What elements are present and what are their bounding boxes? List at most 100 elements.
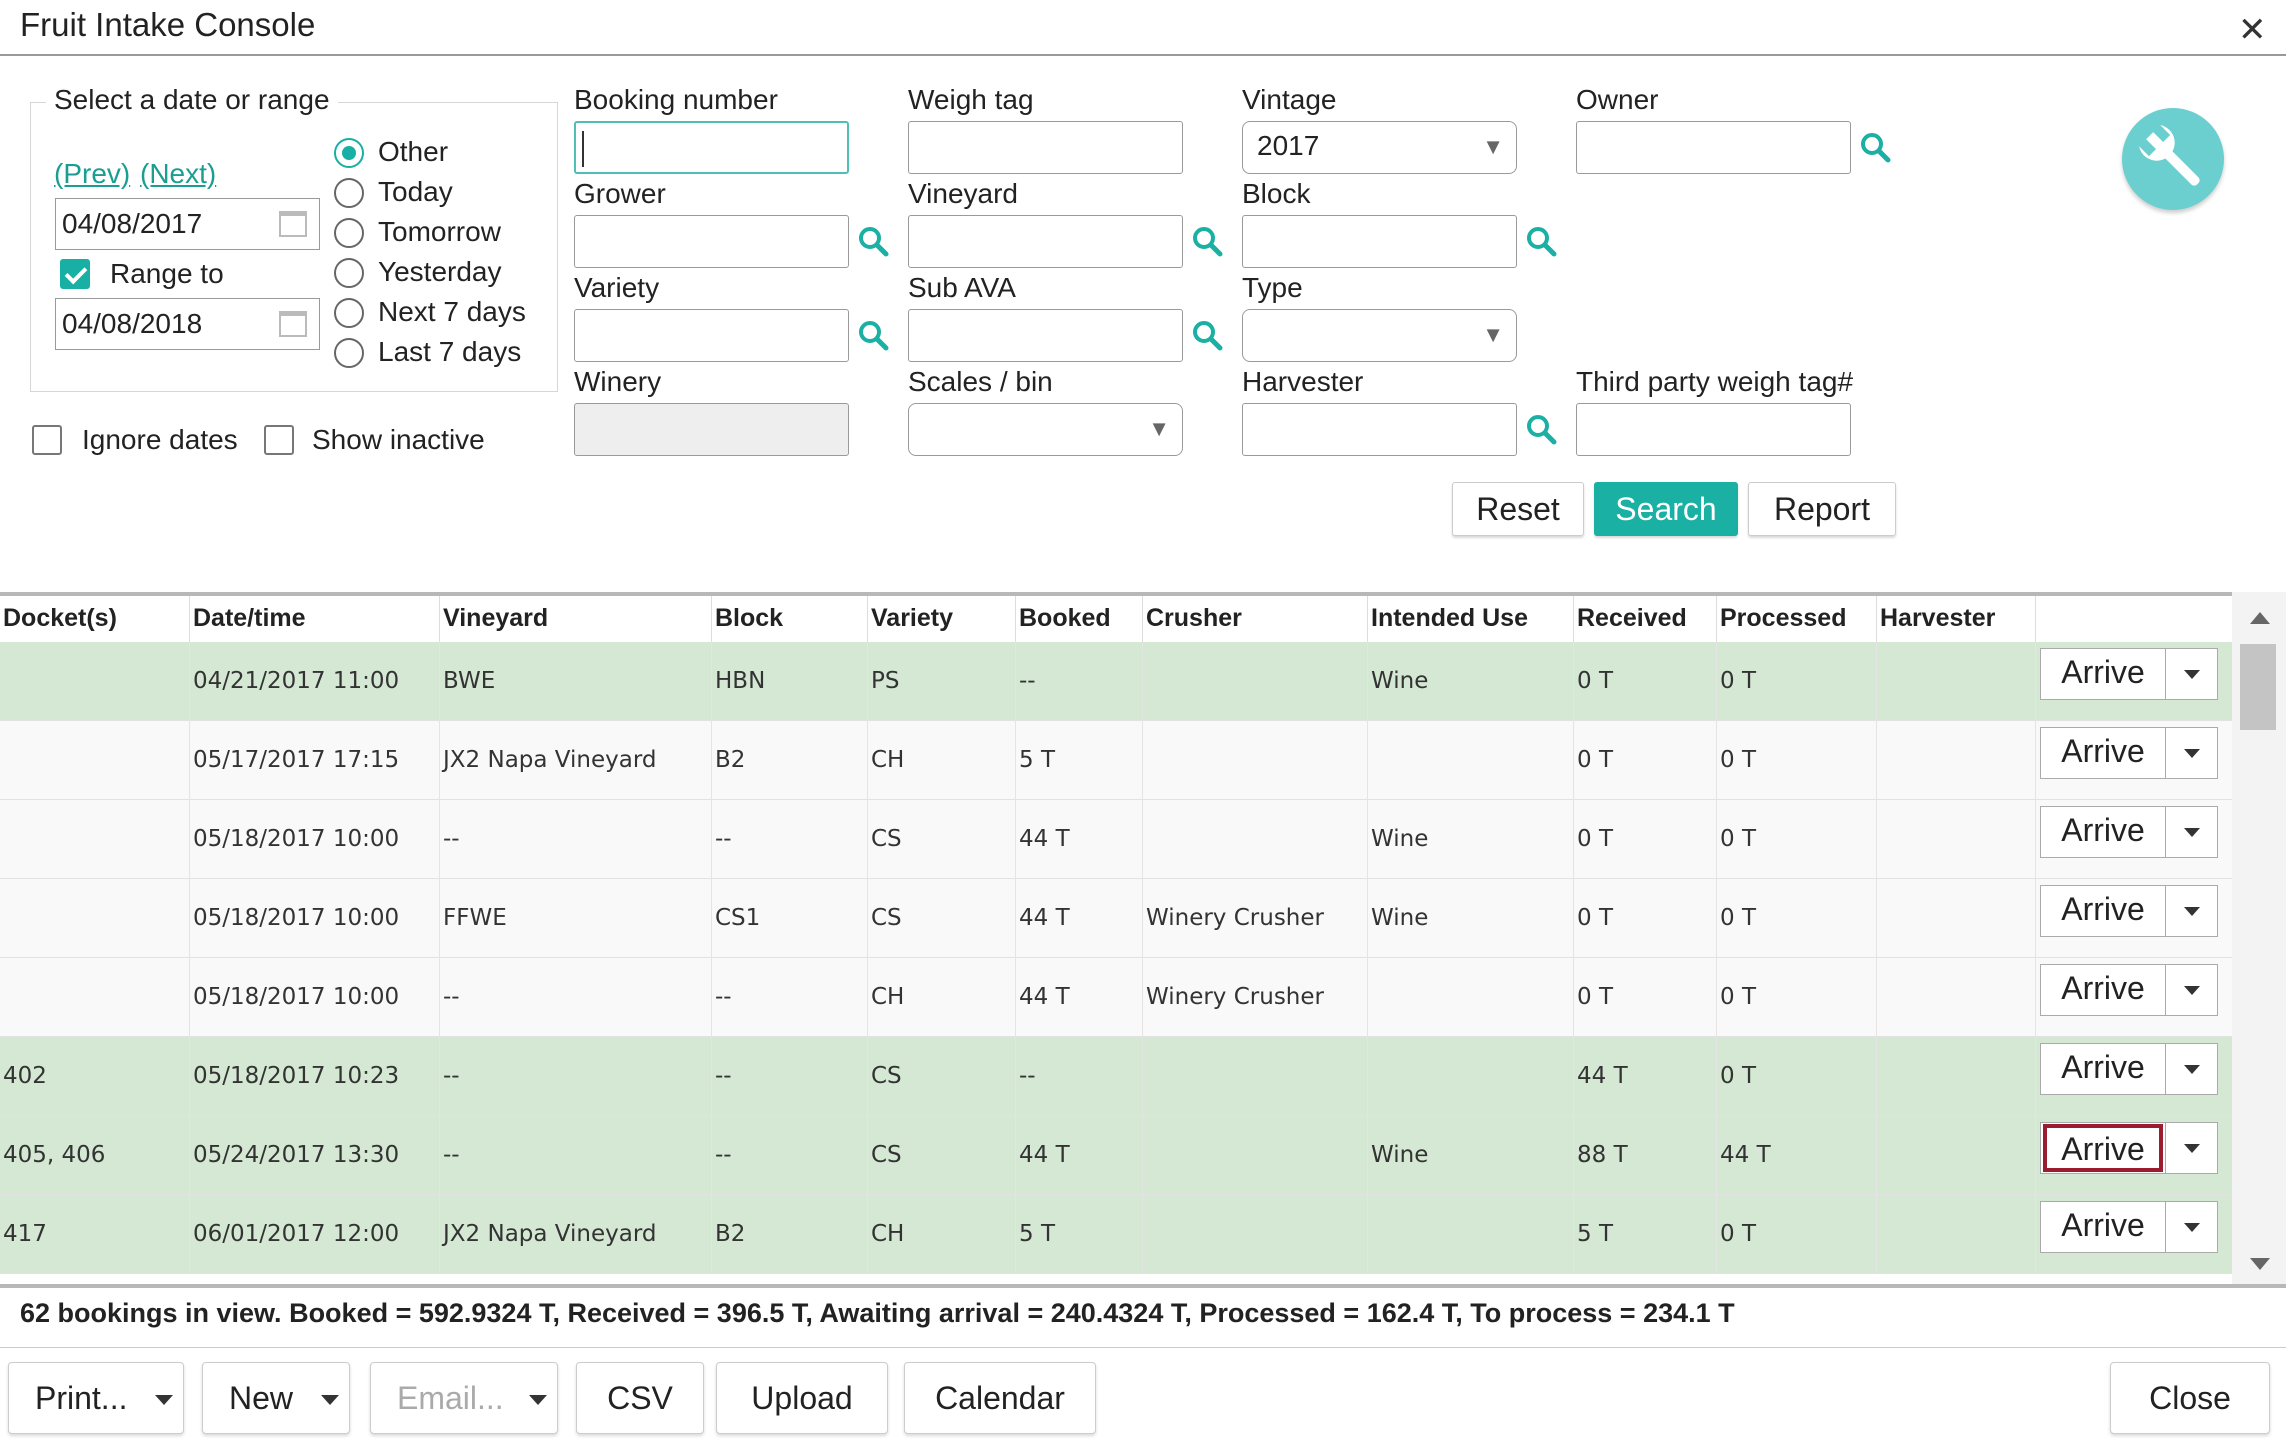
col-datetime[interactable]: Date/time xyxy=(193,604,306,633)
preset-radio-tomorrow[interactable] xyxy=(334,218,364,248)
preset-radio-next-7-days[interactable] xyxy=(334,298,364,328)
new-button[interactable]: New xyxy=(202,1362,350,1434)
search-icon[interactable] xyxy=(1524,224,1558,258)
col-block[interactable]: Block xyxy=(715,604,783,633)
third-party-weigh-tag-input[interactable] xyxy=(1576,403,1851,456)
report-button[interactable]: Report xyxy=(1748,482,1896,536)
harvester-input[interactable] xyxy=(1242,403,1517,456)
type-select[interactable]: ▼ xyxy=(1242,309,1517,362)
owner-input[interactable] xyxy=(1576,121,1851,174)
preset-radio-other[interactable] xyxy=(334,138,364,168)
table-row[interactable]: 04/21/2017 11:00 BWE HBN PS -- Wine 0 T 0 T Arri… xyxy=(0,642,2232,721)
preset-radio-last-7-days[interactable] xyxy=(334,338,364,368)
chevron-down-icon: ▼ xyxy=(1482,134,1504,159)
show-inactive-label: Show inactive xyxy=(312,424,485,455)
arrive-label[interactable]: Arrive xyxy=(2041,1207,2165,1244)
arrive-button[interactable]: Arrive xyxy=(2040,727,2218,779)
vineyard-input[interactable] xyxy=(908,215,1183,268)
scales-bin-select[interactable]: ▼ xyxy=(908,403,1183,456)
arrive-button[interactable]: Arrive xyxy=(2040,648,2218,700)
weigh-tag-input[interactable] xyxy=(908,121,1183,174)
col-received[interactable]: Received xyxy=(1577,604,1687,633)
reset-button[interactable]: Reset xyxy=(1452,482,1584,536)
scroll-thumb[interactable] xyxy=(2240,644,2276,730)
search-icon[interactable] xyxy=(1524,412,1558,446)
col-intended-use[interactable]: Intended Use xyxy=(1371,604,1528,633)
grid-scrollbar[interactable] xyxy=(2232,592,2286,1284)
search-icon[interactable] xyxy=(1858,130,1892,164)
print-button[interactable]: Print... xyxy=(8,1362,184,1434)
upload-button[interactable]: Upload xyxy=(716,1362,888,1434)
arrive-label[interactable]: Arrive xyxy=(2043,1124,2163,1172)
chevron-down-icon[interactable] xyxy=(2165,728,2217,778)
cell-block: -- xyxy=(715,984,732,1010)
table-row[interactable]: 05/18/2017 10:00 -- -- CH 44 T Winery Crusher… xyxy=(0,958,2232,1037)
chevron-down-icon[interactable] xyxy=(2165,807,2217,857)
search-button[interactable]: Search xyxy=(1594,482,1738,536)
calendar-icon[interactable] xyxy=(279,211,307,237)
table-row[interactable]: 05/18/2017 10:00 -- -- CS 44 T Wine 0 T 0 T Arri… xyxy=(0,800,2232,879)
close-button[interactable]: Close xyxy=(2110,1362,2270,1434)
table-row[interactable]: 05/17/2017 17:15 JX2 Napa Vineyard B2 CH 5 T… xyxy=(0,721,2232,800)
col-crusher[interactable]: Crusher xyxy=(1146,604,1242,633)
sub-ava-input[interactable] xyxy=(908,309,1183,362)
summary-text: 62 bookings in view. Booked = 592.9324 T… xyxy=(20,1298,1735,1328)
next-link[interactable]: (Next) xyxy=(140,158,216,190)
arrive-label[interactable]: Arrive xyxy=(2041,891,2165,928)
col-processed[interactable]: Processed xyxy=(1720,604,1846,633)
col-variety[interactable]: Variety xyxy=(871,604,953,633)
arrive-label[interactable]: Arrive xyxy=(2041,1049,2165,1086)
date-range-legend: Select a date or range xyxy=(46,84,338,116)
wrench-icon[interactable] xyxy=(2122,108,2224,210)
col-harvester[interactable]: Harvester xyxy=(1880,604,1995,633)
start-date-input[interactable]: 04/08/2017 xyxy=(55,198,320,250)
range-to-checkbox[interactable] xyxy=(60,259,90,289)
calendar-icon[interactable] xyxy=(279,311,307,337)
table-row[interactable]: 05/18/2017 10:00 FFWE CS1 CS 44 T Winery Crus… xyxy=(0,879,2232,958)
chevron-down-icon[interactable] xyxy=(2165,1123,2217,1173)
search-icon[interactable] xyxy=(856,318,890,352)
arrive-button[interactable]: Arrive xyxy=(2040,806,2218,858)
arrive-label[interactable]: Arrive xyxy=(2041,812,2165,849)
col-booked[interactable]: Booked xyxy=(1019,604,1111,633)
search-icon[interactable] xyxy=(1190,224,1224,258)
chevron-down-icon[interactable] xyxy=(2165,886,2217,936)
table-row[interactable]: 402 05/18/2017 10:23 -- -- CS -- 44 T 0 T Arrive xyxy=(0,1037,2232,1116)
vintage-select[interactable]: 2017 ▼ xyxy=(1242,121,1517,174)
show-inactive-checkbox[interactable] xyxy=(264,425,294,455)
col-dockets[interactable]: Docket(s) xyxy=(3,604,117,633)
arrive-button[interactable]: Arrive xyxy=(2040,885,2218,937)
preset-radio-yesterday[interactable] xyxy=(334,258,364,288)
table-row[interactable]: 405, 406 05/24/2017 13:30 -- -- CS 44 T Wine 88… xyxy=(0,1116,2232,1195)
table-row[interactable]: 417 06/01/2017 12:00 JX2 Napa Vineyard B2 CH… xyxy=(0,1195,2232,1274)
chevron-down-icon[interactable] xyxy=(2165,965,2217,1015)
search-icon[interactable] xyxy=(1190,318,1224,352)
search-icon[interactable] xyxy=(856,224,890,258)
arrive-label[interactable]: Arrive xyxy=(2041,733,2165,770)
close-icon[interactable]: ✕ xyxy=(2238,10,2267,50)
arrive-button[interactable]: Arrive xyxy=(2040,1201,2218,1253)
block-input[interactable] xyxy=(1242,215,1517,268)
scroll-down-icon[interactable] xyxy=(2250,1258,2270,1270)
winery-label: Winery xyxy=(574,366,662,397)
grower-input[interactable] xyxy=(574,215,849,268)
arrive-button[interactable]: Arrive xyxy=(2040,1122,2218,1174)
chevron-down-icon[interactable] xyxy=(2165,1202,2217,1252)
arrive-button[interactable]: Arrive xyxy=(2040,1043,2218,1095)
vineyard-label: Vineyard xyxy=(908,178,1019,209)
arrive-button[interactable]: Arrive xyxy=(2040,964,2218,1016)
prev-link[interactable]: (Prev) xyxy=(54,158,130,190)
scroll-up-icon[interactable] xyxy=(2250,612,2270,624)
variety-input[interactable] xyxy=(574,309,849,362)
chevron-down-icon[interactable] xyxy=(2165,1044,2217,1094)
csv-button[interactable]: CSV xyxy=(576,1362,704,1434)
ignore-dates-checkbox[interactable] xyxy=(32,425,62,455)
calendar-button[interactable]: Calendar xyxy=(904,1362,1096,1434)
preset-radio-today[interactable] xyxy=(334,178,364,208)
arrive-label[interactable]: Arrive xyxy=(2041,970,2165,1007)
col-vineyard[interactable]: Vineyard xyxy=(443,604,548,633)
arrive-label[interactable]: Arrive xyxy=(2041,654,2165,691)
chevron-down-icon[interactable] xyxy=(2165,649,2217,699)
booking-number-input[interactable] xyxy=(574,121,849,174)
end-date-input[interactable]: 04/08/2018 xyxy=(55,298,320,350)
